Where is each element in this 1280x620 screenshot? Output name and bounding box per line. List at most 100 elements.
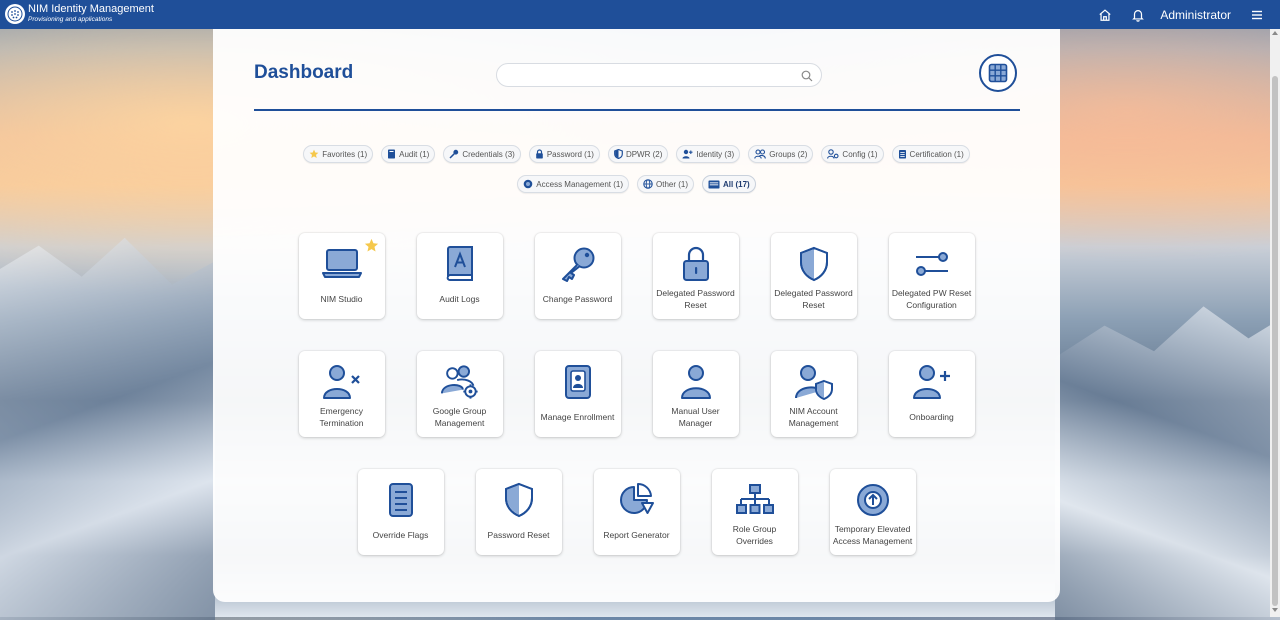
tile-google-group-management[interactable]: Google Group Management	[416, 351, 503, 437]
background-mountains-left	[0, 237, 215, 620]
favorite-star-icon[interactable]	[364, 238, 379, 253]
tile-temporary-elevated-access-management[interactable]: Temporary Elevated Access Management	[829, 469, 916, 555]
tile-label: Temporary Elevated Access Management	[832, 524, 913, 546]
key-icon	[449, 149, 459, 159]
shield-icon	[614, 149, 623, 159]
tile-manual-user-manager[interactable]: Manual User Manager	[652, 351, 739, 437]
filter-identity[interactable]: Identity (3)	[676, 145, 741, 163]
filter-all[interactable]: All (17)	[702, 175, 756, 193]
tile-label: Emergency Termination	[319, 406, 364, 428]
filter-label: DPWR (2)	[625, 149, 663, 159]
tile-manage-enrollment[interactable]: Manage Enrollment	[534, 351, 621, 437]
search-icon[interactable]	[801, 69, 813, 87]
tile-emergency-termination[interactable]: Emergency Termination	[298, 351, 385, 437]
tile-role-group-overrides[interactable]: Role Group Overrides	[711, 469, 798, 555]
globe-icon	[643, 179, 653, 189]
tile-label: Delegated Password Reset	[774, 288, 853, 310]
tile-label: Override Flags	[372, 530, 429, 540]
key-icon	[558, 245, 598, 283]
app-subtitle: Provisioning and applications	[28, 16, 113, 23]
tile-delegated-pw-reset-configuration[interactable]: Delegated PW Reset Configuration	[888, 233, 975, 319]
filter-dpwr[interactable]: DPWR (2)	[607, 145, 669, 163]
filter-label: Groups (2)	[769, 149, 808, 159]
tile-label: Change Password	[542, 294, 613, 304]
users-icon	[754, 149, 767, 159]
tile-label: Delegated PW Reset Configuration	[891, 288, 972, 310]
user-plus-icon	[682, 149, 693, 159]
filter-config[interactable]: Config (1)	[821, 145, 884, 163]
filter-other[interactable]: Other (1)	[637, 175, 695, 193]
search-input[interactable]	[509, 65, 803, 87]
filter-label: Access Management (1)	[536, 179, 623, 189]
book-icon	[388, 149, 396, 159]
tile-delegated-password-reset-1[interactable]: Delegated Password Reset	[652, 233, 739, 319]
tile-change-password[interactable]: Change Password	[534, 233, 621, 319]
tile-override-flags[interactable]: Override Flags	[357, 469, 444, 555]
shield-icon	[499, 481, 539, 519]
filter-label: Certification (1)	[909, 149, 964, 159]
home-icon[interactable]	[1095, 5, 1115, 25]
filter-favorites[interactable]: Favorites (1)	[303, 145, 374, 163]
filter-credentials[interactable]: Credentials (3)	[443, 145, 521, 163]
document-icon	[381, 481, 421, 519]
tile-label: Audit Logs	[439, 294, 480, 304]
book-icon	[440, 245, 480, 283]
search-box[interactable]	[496, 63, 822, 87]
tile-report-generator[interactable]: Report Generator	[593, 469, 680, 555]
user-gear-icon	[827, 149, 839, 159]
app-brand[interactable]: NIM Identity Management Provisioning and…	[28, 3, 154, 24]
filter-label: Identity (3)	[696, 149, 735, 159]
tile-label: Google Group Management	[432, 406, 487, 428]
app-title: NIM Identity Management	[28, 3, 154, 15]
filter-password[interactable]: Password (1)	[528, 145, 600, 163]
laptop-icon	[321, 245, 362, 283]
tile-delegated-password-reset-2[interactable]: Delegated Password Reset	[770, 233, 857, 319]
shield-icon	[794, 245, 834, 283]
app-tiles-grid: NIM Studio Audit Logs Change Password De…	[213, 233, 1060, 587]
lock-icon	[676, 245, 716, 283]
tile-label: NIM Studio	[320, 294, 363, 304]
globe-icon	[523, 179, 533, 189]
tile-label: Manage Enrollment	[540, 412, 615, 422]
tile-label: Manual User Manager	[671, 406, 720, 428]
filter-label: Password (1)	[546, 149, 594, 159]
background-mountains-right	[1055, 306, 1280, 620]
list-icon	[708, 180, 720, 188]
tile-password-reset[interactable]: Password Reset	[475, 469, 562, 555]
tile-label: Delegated Password Reset	[656, 288, 735, 310]
dashboard-panel: Dashboard Favorites (1) Audit (1) Creden…	[213, 29, 1060, 602]
tile-onboarding[interactable]: Onboarding	[888, 351, 975, 437]
sliders-icon	[912, 245, 952, 283]
grid-icon	[988, 63, 1008, 83]
scroll-down-arrow-icon[interactable]	[1272, 608, 1278, 612]
hamburger-menu-icon[interactable]	[1247, 5, 1267, 25]
tile-label: Report Generator	[603, 530, 670, 540]
filter-certification[interactable]: Certification (1)	[891, 145, 970, 163]
bell-icon[interactable]	[1128, 5, 1148, 25]
scrollbar-thumb[interactable]	[1272, 76, 1278, 606]
tile-nim-account-management[interactable]: NIM Account Management	[770, 351, 857, 437]
user-menu[interactable]: Administrator	[1160, 8, 1231, 22]
tile-label: Password Reset	[487, 530, 550, 540]
filter-label: All (17)	[723, 179, 750, 189]
app-logo-icon[interactable]	[5, 4, 25, 24]
tile-label: Onboarding	[909, 412, 954, 422]
user-icon	[676, 363, 716, 401]
scroll-up-arrow-icon[interactable]	[1272, 31, 1278, 35]
filter-label: Audit (1)	[399, 149, 430, 159]
grid-view-button[interactable]	[979, 54, 1017, 92]
filter-audit[interactable]: Audit (1)	[381, 145, 436, 163]
tile-audit-logs[interactable]: Audit Logs	[416, 233, 503, 319]
user-shield-icon	[794, 363, 834, 401]
tile-label: Role Group Overrides	[732, 524, 777, 546]
filter-access-management[interactable]: Access Management (1)	[517, 175, 629, 193]
arrow-up-circle-icon	[853, 481, 893, 519]
id-badge-icon	[558, 363, 598, 401]
filter-groups[interactable]: Groups (2)	[748, 145, 814, 163]
clipboard-icon	[898, 150, 906, 159]
title-divider	[254, 109, 1020, 111]
star-icon	[309, 149, 319, 158]
tile-nim-studio[interactable]: NIM Studio	[298, 233, 385, 319]
lock-icon	[536, 149, 543, 159]
category-filters: Favorites (1) Audit (1) Credentials (3) …	[213, 145, 1060, 205]
